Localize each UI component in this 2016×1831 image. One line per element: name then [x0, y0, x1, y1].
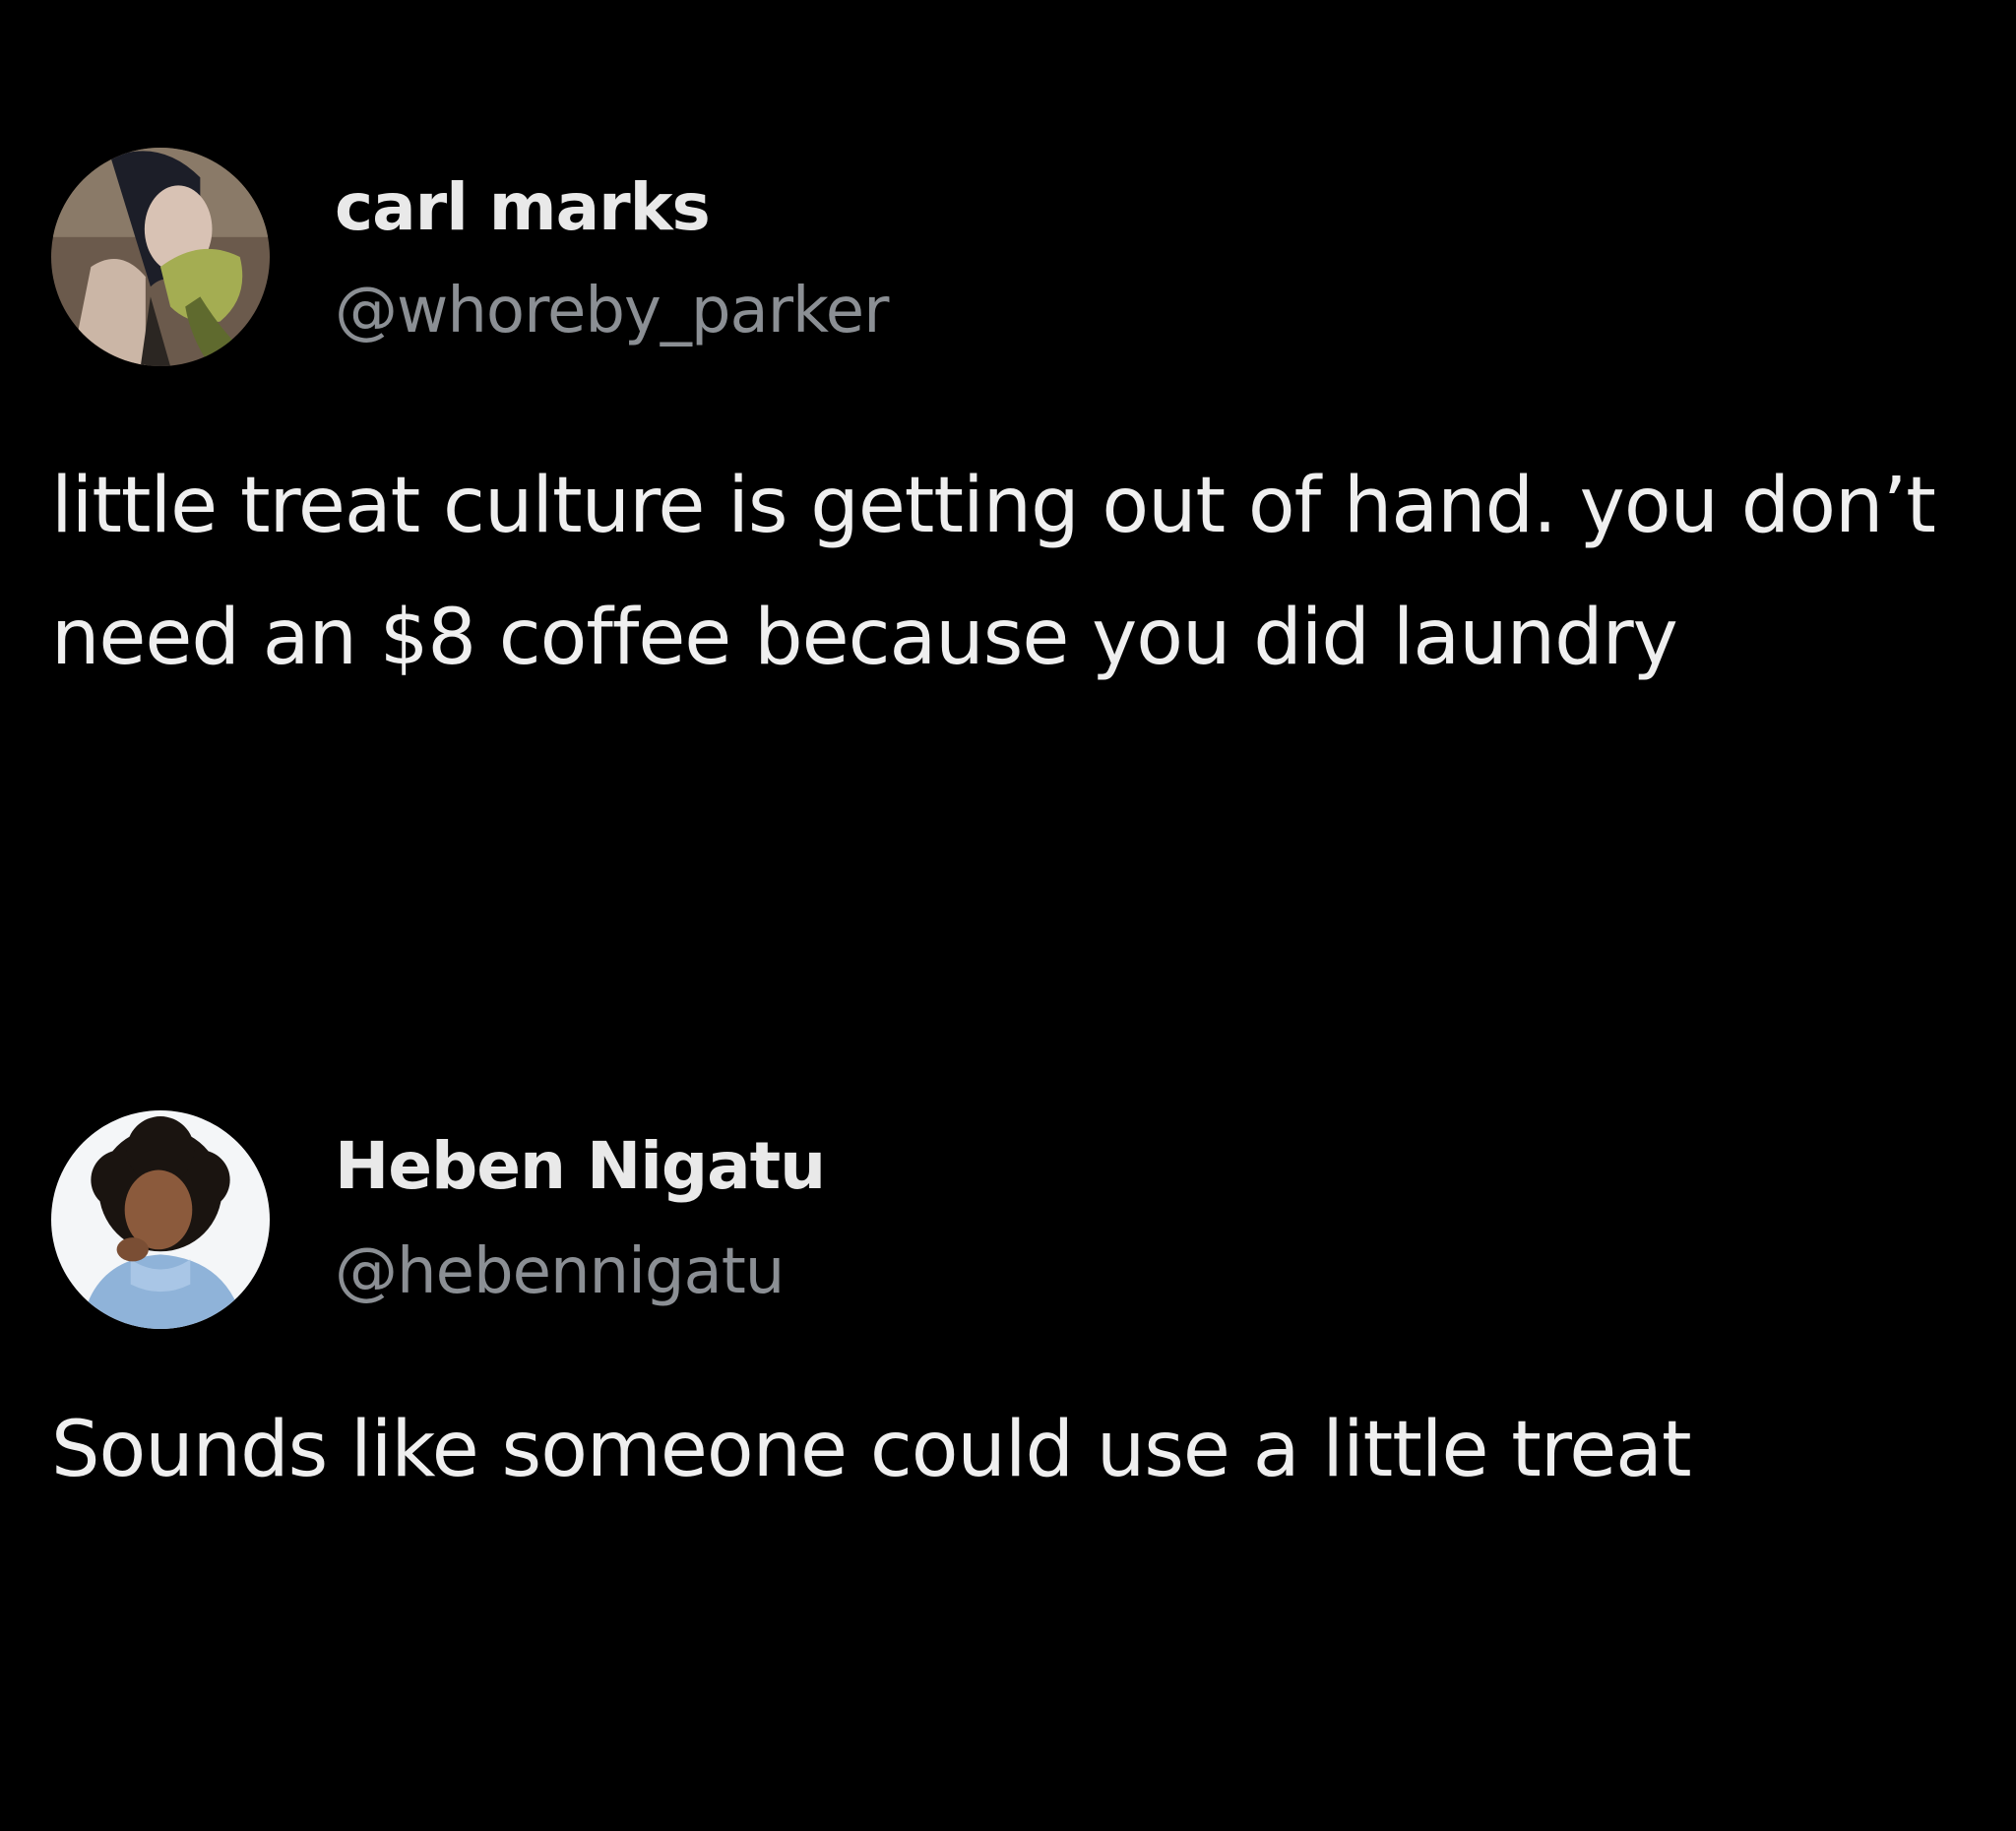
avatar-photo	[51, 148, 270, 366]
tweet-text: little treat culture is getting out of h…	[51, 462, 1936, 682]
tweet-text: Sounds like someone could use a little t…	[51, 1406, 1692, 1494]
user-handle[interactable]: @whoreby_parker	[335, 280, 889, 343]
avatar-photo	[51, 1110, 270, 1329]
avatar[interactable]	[51, 1110, 270, 1329]
display-name[interactable]: Heben Nigatu	[335, 1134, 826, 1199]
avatar[interactable]	[51, 148, 270, 366]
user-handle[interactable]: @hebennigatu	[335, 1240, 785, 1303]
display-name[interactable]: carl marks	[335, 175, 711, 240]
